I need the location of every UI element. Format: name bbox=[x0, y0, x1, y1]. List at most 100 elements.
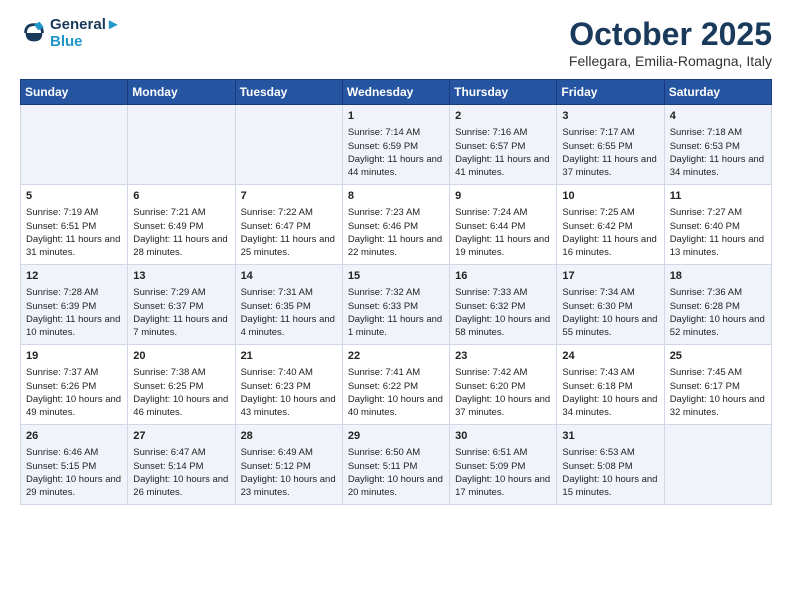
day-info: Daylight: 11 hours and 25 minutes. bbox=[241, 233, 337, 260]
day-info: Sunset: 6:39 PM bbox=[26, 300, 122, 313]
day-info: Sunrise: 7:14 AM bbox=[348, 126, 444, 139]
day-info: Sunrise: 7:40 AM bbox=[241, 366, 337, 379]
day-info: Sunrise: 7:29 AM bbox=[133, 286, 229, 299]
day-info: Daylight: 10 hours and 46 minutes. bbox=[133, 393, 229, 420]
day-info: Sunset: 6:30 PM bbox=[562, 300, 658, 313]
day-info: Daylight: 10 hours and 34 minutes. bbox=[562, 393, 658, 420]
day-number: 10 bbox=[562, 189, 658, 204]
day-info: Sunrise: 7:38 AM bbox=[133, 366, 229, 379]
day-info: Sunset: 6:49 PM bbox=[133, 220, 229, 233]
calendar-week-row: 19Sunrise: 7:37 AMSunset: 6:26 PMDayligh… bbox=[21, 345, 772, 425]
calendar-cell: 20Sunrise: 7:38 AMSunset: 6:25 PMDayligh… bbox=[128, 345, 235, 425]
calendar-cell: 16Sunrise: 7:33 AMSunset: 6:32 PMDayligh… bbox=[450, 265, 557, 345]
day-info: Daylight: 10 hours and 15 minutes. bbox=[562, 473, 658, 500]
day-info: Sunrise: 7:19 AM bbox=[26, 206, 122, 219]
day-info: Sunrise: 7:42 AM bbox=[455, 366, 551, 379]
calendar-cell: 24Sunrise: 7:43 AMSunset: 6:18 PMDayligh… bbox=[557, 345, 664, 425]
calendar-cell: 27Sunrise: 6:47 AMSunset: 5:14 PMDayligh… bbox=[128, 425, 235, 505]
calendar-cell: 18Sunrise: 7:36 AMSunset: 6:28 PMDayligh… bbox=[664, 265, 771, 345]
day-number: 30 bbox=[455, 429, 551, 444]
calendar-cell: 10Sunrise: 7:25 AMSunset: 6:42 PMDayligh… bbox=[557, 185, 664, 265]
calendar-week-row: 5 Sunrise: 7:19 AMSunset: 6:51 PM Daylight… bbox=[21, 185, 772, 265]
logo-text: General► bbox=[50, 16, 121, 33]
logo: General► Blue bbox=[20, 16, 121, 51]
calendar-week-row: 26Sunrise: 6:46 AMSunset: 5:15 PMDayligh… bbox=[21, 425, 772, 505]
day-info: Daylight: 11 hours and 34 minutes. bbox=[670, 153, 766, 180]
day-number: 14 bbox=[241, 269, 337, 284]
day-number: 22 bbox=[348, 349, 444, 364]
calendar-cell: 25Sunrise: 7:45 AMSunset: 6:17 PMDayligh… bbox=[664, 345, 771, 425]
logo-blue: Blue bbox=[50, 33, 121, 50]
day-info: Sunset: 6:53 PM bbox=[670, 140, 766, 153]
day-number: 24 bbox=[562, 349, 658, 364]
calendar-page: General► Blue October 2025 Fellegara, Em… bbox=[0, 0, 792, 521]
calendar-cell: 13Sunrise: 7:29 AMSunset: 6:37 PMDayligh… bbox=[128, 265, 235, 345]
day-info: Daylight: 10 hours and 55 minutes. bbox=[562, 313, 658, 340]
day-number: 18 bbox=[670, 269, 766, 284]
calendar-cell: 9Sunrise: 7:24 AMSunset: 6:44 PMDaylight… bbox=[450, 185, 557, 265]
day-number: 27 bbox=[133, 429, 229, 444]
day-info: Sunset: 6:47 PM bbox=[241, 220, 337, 233]
day-number: 9 bbox=[455, 189, 551, 204]
day-info: Sunset: 6:55 PM bbox=[562, 140, 658, 153]
day-number: 26 bbox=[26, 429, 122, 444]
day-number: 19 bbox=[26, 349, 122, 364]
day-info: Sunrise: 7:34 AM bbox=[562, 286, 658, 299]
day-info: Sunrise: 7:21 AM bbox=[133, 206, 229, 219]
calendar-cell: 2Sunrise: 7:16 AMSunset: 6:57 PMDaylight… bbox=[450, 105, 557, 185]
day-info: Daylight: 11 hours and 16 minutes. bbox=[562, 233, 658, 260]
day-info: Daylight: 10 hours and 20 minutes. bbox=[348, 473, 444, 500]
day-info: Sunrise: 7:32 AM bbox=[348, 286, 444, 299]
day-number: 1 bbox=[348, 109, 444, 124]
calendar-cell: 11Sunrise: 7:27 AMSunset: 6:40 PMDayligh… bbox=[664, 185, 771, 265]
day-number: 11 bbox=[670, 189, 766, 204]
day-info: Daylight: 11 hours and 37 minutes. bbox=[562, 153, 658, 180]
day-number: 5 bbox=[26, 189, 122, 204]
calendar-week-row: 12Sunrise: 7:28 AMSunset: 6:39 PMDayligh… bbox=[21, 265, 772, 345]
calendar-cell: 22Sunrise: 7:41 AMSunset: 6:22 PMDayligh… bbox=[342, 345, 449, 425]
day-info: Sunrise: 7:27 AM bbox=[670, 206, 766, 219]
day-info: Sunrise: 6:46 AM bbox=[26, 446, 122, 459]
day-info: Sunset: 6:51 PM bbox=[26, 220, 122, 233]
day-info: Sunset: 6:23 PM bbox=[241, 380, 337, 393]
day-info: Sunrise: 7:31 AM bbox=[241, 286, 337, 299]
day-number: 12 bbox=[26, 269, 122, 284]
weekday-header: Sunday bbox=[21, 80, 128, 105]
calendar-cell bbox=[128, 105, 235, 185]
day-info: Sunset: 6:26 PM bbox=[26, 380, 122, 393]
day-number: 16 bbox=[455, 269, 551, 284]
location-subtitle: Fellegara, Emilia-Romagna, Italy bbox=[569, 53, 772, 69]
calendar-cell: 4Sunrise: 7:18 AMSunset: 6:53 PMDaylight… bbox=[664, 105, 771, 185]
day-info: Sunrise: 6:49 AM bbox=[241, 446, 337, 459]
day-info: Daylight: 11 hours and 10 minutes. bbox=[26, 313, 122, 340]
day-info: Sunset: 6:59 PM bbox=[348, 140, 444, 153]
day-number: 28 bbox=[241, 429, 337, 444]
calendar-cell: 12Sunrise: 7:28 AMSunset: 6:39 PMDayligh… bbox=[21, 265, 128, 345]
calendar-cell: 6Sunrise: 7:21 AMSunset: 6:49 PMDaylight… bbox=[128, 185, 235, 265]
day-info: Sunrise: 7:16 AM bbox=[455, 126, 551, 139]
day-info: Daylight: 11 hours and 22 minutes. bbox=[348, 233, 444, 260]
day-info: Daylight: 10 hours and 52 minutes. bbox=[670, 313, 766, 340]
day-info: Sunrise: 7:24 AM bbox=[455, 206, 551, 219]
day-number: 3 bbox=[562, 109, 658, 124]
calendar-cell: 30Sunrise: 6:51 AMSunset: 5:09 PMDayligh… bbox=[450, 425, 557, 505]
day-number: 7 bbox=[241, 189, 337, 204]
day-number: 21 bbox=[241, 349, 337, 364]
day-info: Daylight: 11 hours and 4 minutes. bbox=[241, 313, 337, 340]
day-info: Daylight: 11 hours and 7 minutes. bbox=[133, 313, 229, 340]
day-info: Sunset: 6:17 PM bbox=[670, 380, 766, 393]
day-info: Daylight: 10 hours and 49 minutes. bbox=[26, 393, 122, 420]
day-info: Sunset: 6:22 PM bbox=[348, 380, 444, 393]
day-info: Sunrise: 6:50 AM bbox=[348, 446, 444, 459]
calendar-cell: 23Sunrise: 7:42 AMSunset: 6:20 PMDayligh… bbox=[450, 345, 557, 425]
calendar-cell: 14Sunrise: 7:31 AMSunset: 6:35 PMDayligh… bbox=[235, 265, 342, 345]
day-info: Daylight: 10 hours and 43 minutes. bbox=[241, 393, 337, 420]
day-number: 17 bbox=[562, 269, 658, 284]
calendar-cell: 5Sunrise: 7:19 AMSunset: 6:51 PMDaylight… bbox=[21, 185, 128, 265]
day-info: Sunset: 6:18 PM bbox=[562, 380, 658, 393]
day-info: Sunset: 6:32 PM bbox=[455, 300, 551, 313]
header: General► Blue October 2025 Fellegara, Em… bbox=[20, 16, 772, 69]
calendar-cell bbox=[235, 105, 342, 185]
day-info: Sunrise: 7:37 AM bbox=[26, 366, 122, 379]
day-info: Sunrise: 7:33 AM bbox=[455, 286, 551, 299]
